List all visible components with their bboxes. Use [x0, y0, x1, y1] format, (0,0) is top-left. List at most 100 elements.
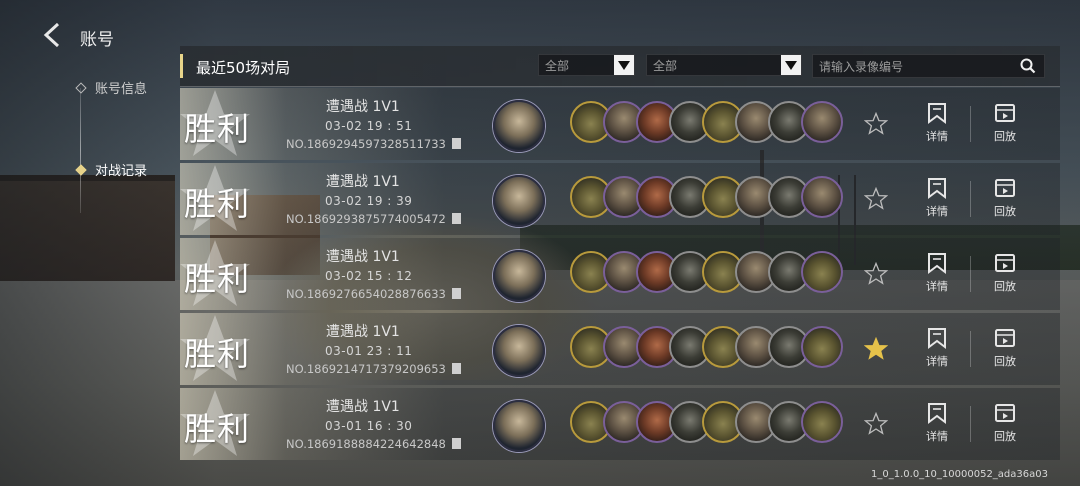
replay-label: 回放 [994, 205, 1016, 218]
match-mode: 遭遇战 1V1 [326, 99, 400, 115]
match-result: 胜利 [184, 335, 251, 373]
unit-lineup [570, 176, 843, 222]
sidebar-item-label: 对战记录 [95, 164, 148, 179]
filter-select-1-value: 全部 [545, 59, 570, 73]
player-avatar [493, 100, 545, 152]
match-mode: 遭遇战 1V1 [326, 174, 400, 190]
film-replay-icon [995, 404, 1015, 422]
match-row[interactable]: 胜利 遭遇战 1V1 03-02 19 : 51 NO.186929459732… [180, 88, 1060, 160]
detail-label: 详情 [926, 130, 948, 143]
film-replay-icon [995, 179, 1015, 197]
match-result: 胜利 [184, 110, 251, 148]
replay-label: 回放 [994, 280, 1016, 293]
action-divider [970, 406, 971, 442]
favorite-star-icon[interactable] [864, 412, 888, 436]
unit-icon [801, 326, 843, 368]
unit-lineup [570, 101, 843, 147]
favorite-star-icon[interactable] [864, 187, 888, 211]
unit-icon [801, 251, 843, 293]
diamond-icon [75, 81, 87, 94]
detail-button[interactable]: 详情 [912, 252, 962, 294]
match-row[interactable]: 胜利 遭遇战 1V1 03-02 19 : 39 NO.186929387577… [180, 163, 1060, 235]
detail-button[interactable]: 详情 [912, 177, 962, 219]
match-result: 胜利 [184, 410, 251, 448]
dropdown-arrow-icon [781, 55, 801, 75]
match-row[interactable]: 胜利 遭遇战 1V1 03-01 16 : 30 NO.186918888422… [180, 388, 1060, 460]
page-title: 账号 [80, 30, 114, 50]
detail-button[interactable]: 详情 [912, 102, 962, 144]
match-row[interactable]: 胜利 遭遇战 1V1 03-02 15 : 12 NO.186927665402… [180, 238, 1060, 310]
replay-label: 回放 [994, 130, 1016, 143]
sidebar-item-match-history[interactable]: 对战记录 [70, 160, 147, 179]
match-time: 03-02 19 : 39 [325, 194, 413, 208]
version-label: 1_0_1.0.0_10_10000052_ada36a03 [871, 469, 1048, 480]
diamond-icon [75, 163, 87, 176]
replay-button[interactable]: 回放 [980, 252, 1030, 294]
match-time: 03-02 19 : 51 [325, 119, 413, 133]
bookmark-detail-icon [928, 103, 946, 124]
detail-button[interactable]: 详情 [912, 327, 962, 369]
match-number: NO.1869214717379209653 [286, 362, 446, 376]
unit-lineup [570, 401, 843, 447]
copy-icon[interactable] [452, 213, 461, 224]
bookmark-detail-icon [928, 178, 946, 199]
bookmark-detail-icon [928, 403, 946, 424]
favorite-star-icon[interactable] [864, 337, 888, 361]
filter-select-2-value: 全部 [653, 59, 678, 73]
sidebar: 账号信息 对战记录 [70, 70, 180, 213]
film-replay-icon [995, 254, 1015, 272]
chevron-left-icon [43, 22, 60, 48]
replay-button[interactable]: 回放 [980, 177, 1030, 219]
match-mode: 遭遇战 1V1 [326, 324, 400, 340]
search-icon[interactable] [1020, 58, 1036, 74]
panel-header: 最近50场对局 全部 全部 [180, 46, 1060, 87]
replay-button[interactable]: 回放 [980, 327, 1030, 369]
unit-lineup [570, 326, 843, 372]
detail-label: 详情 [926, 355, 948, 368]
detail-label: 详情 [926, 430, 948, 443]
detail-button[interactable]: 详情 [912, 402, 962, 444]
unit-icon [801, 101, 843, 143]
sidebar-divider [80, 88, 81, 213]
accent-bar [180, 54, 183, 78]
match-time: 03-01 16 : 30 [325, 419, 413, 433]
unit-icon [801, 176, 843, 218]
player-avatar [493, 400, 545, 452]
match-time: 03-02 15 : 12 [325, 269, 413, 283]
detail-label: 详情 [926, 205, 948, 218]
copy-icon[interactable] [452, 288, 461, 299]
copy-icon[interactable] [452, 363, 461, 374]
favorite-star-icon[interactable] [864, 112, 888, 136]
panel-title: 最近50场对局 [196, 59, 291, 77]
replay-button[interactable]: 回放 [980, 402, 1030, 444]
copy-icon[interactable] [452, 138, 461, 149]
copy-icon[interactable] [452, 438, 461, 449]
replay-search-input[interactable] [813, 55, 1021, 79]
match-result: 胜利 [184, 260, 251, 298]
detail-label: 详情 [926, 280, 948, 293]
back-button[interactable] [38, 20, 68, 50]
filter-select-1[interactable]: 全部 [538, 54, 635, 76]
match-number: NO.1869188884224642848 [286, 437, 446, 451]
sidebar-item-label: 账号信息 [95, 82, 148, 97]
filter-select-2[interactable]: 全部 [646, 54, 802, 76]
match-time: 03-01 23 : 11 [325, 344, 413, 358]
player-avatar [493, 325, 545, 377]
replay-label: 回放 [994, 355, 1016, 368]
dropdown-arrow-icon [614, 55, 634, 75]
sidebar-item-account-info[interactable]: 账号信息 [70, 78, 147, 97]
unit-lineup [570, 251, 843, 297]
bookmark-detail-icon [928, 328, 946, 349]
match-row[interactable]: 胜利 遭遇战 1V1 03-01 23 : 11 NO.186921471737… [180, 313, 1060, 385]
favorite-star-icon[interactable] [864, 262, 888, 286]
replay-label: 回放 [994, 430, 1016, 443]
match-mode: 遭遇战 1V1 [326, 399, 400, 415]
player-avatar [493, 250, 545, 302]
film-replay-icon [995, 329, 1015, 347]
match-mode: 遭遇战 1V1 [326, 249, 400, 265]
action-divider [970, 106, 971, 142]
replay-button[interactable]: 回放 [980, 102, 1030, 144]
action-divider [970, 331, 971, 367]
player-avatar [493, 175, 545, 227]
unit-icon [801, 401, 843, 443]
